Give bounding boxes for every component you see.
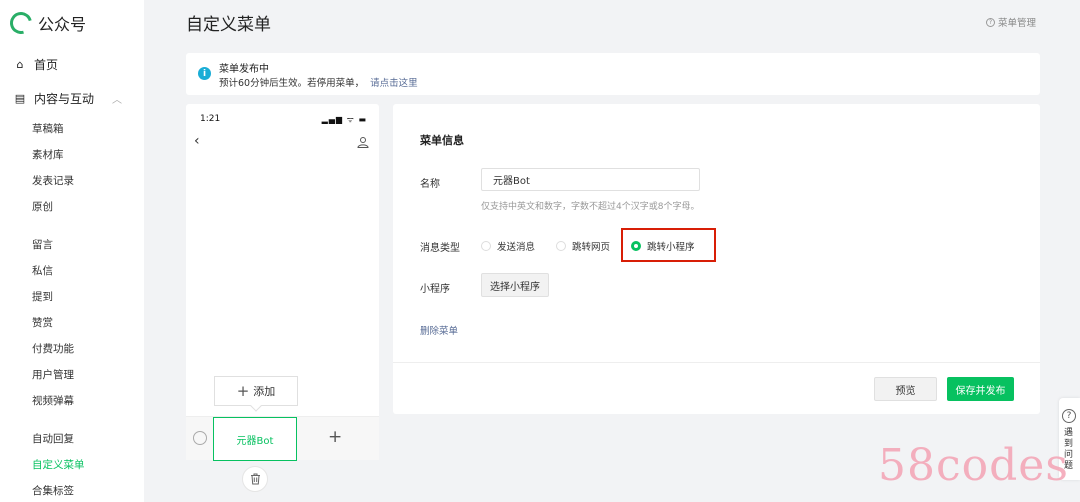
message-type-label: 消息类型	[420, 243, 460, 254]
sidebar-group-content[interactable]: ▤ 内容与互动 ︿	[14, 90, 134, 107]
sidebar-item-original[interactable]: 原创	[32, 199, 53, 214]
back-arrow-icon: ‹	[194, 133, 200, 149]
save-publish-button[interactable]: 保存并发布	[947, 377, 1014, 401]
sidebar-item-video-danmaku[interactable]: 视频弹幕	[32, 393, 74, 408]
question-icon: ?	[985, 17, 995, 27]
sidebar-item-home[interactable]: ⌂ 首页	[14, 56, 59, 73]
keyboard-toggle-icon	[193, 431, 207, 445]
phone-menubar: 元器Bot +	[186, 416, 379, 461]
radio-jump-webpage[interactable]: 跳转网页	[556, 239, 610, 253]
delete-menu-link[interactable]: 删除菜单	[420, 323, 458, 337]
sidebar-item-mentions[interactable]: 提到	[32, 289, 53, 304]
question-icon: ?	[1062, 409, 1076, 423]
miniprogram-label: 小程序	[420, 284, 450, 295]
menu-name-input[interactable]	[481, 168, 700, 191]
phone-preview: 1:21 ▂▄▆ ᯤ ▬ ‹ + 添加 元器Bot +	[186, 104, 379, 461]
brand-name: 公众号	[38, 15, 87, 34]
annotation-highlight-box	[621, 228, 716, 262]
delete-trash-button[interactable]	[242, 466, 268, 492]
sidebar-item-paid[interactable]: 付费功能	[32, 341, 74, 356]
sidebar-item-publish-records[interactable]: 发表记录	[32, 173, 74, 188]
radio-send-message[interactable]: 发送消息	[481, 239, 535, 253]
notice-link[interactable]: 请点击这里	[370, 78, 418, 89]
divider	[393, 362, 1040, 363]
sidebar-item-collections[interactable]: 合集标签	[32, 483, 74, 498]
trash-icon	[250, 473, 260, 485]
menu-manage-link[interactable]: ? 菜单管理	[985, 15, 1036, 29]
info-icon: i	[198, 67, 211, 80]
sidebar-item-custom-menu[interactable]: 自定义菜单	[32, 457, 85, 472]
watermark: 58codes	[878, 440, 1069, 491]
sidebar-item-materials[interactable]: 素材库	[32, 147, 64, 162]
sidebar: 公众号 ⌂ 首页 ▤ 内容与互动 ︿ 草稿箱 素材库 发表记录 原创 留言 私信…	[0, 0, 144, 502]
sidebar-item-auto-reply[interactable]: 自动回复	[32, 431, 74, 446]
phone-status-icons: ▂▄▆ ᯤ ▬	[321, 115, 367, 124]
notice-title: 菜单发布中	[219, 64, 269, 75]
logo[interactable]: 公众号	[5, 7, 87, 39]
radio-label: 跳转网页	[572, 242, 611, 253]
document-icon: ▤	[14, 92, 26, 105]
radio-circle	[481, 241, 491, 251]
sidebar-item-drafts[interactable]: 草稿箱	[32, 121, 64, 136]
add-menu-plus-icon[interactable]: +	[328, 427, 342, 447]
radio-label: 发送消息	[497, 242, 536, 253]
menu-manage-label: 菜单管理	[997, 18, 1036, 29]
preview-button[interactable]: 预览	[874, 377, 937, 401]
home-icon: ⌂	[16, 58, 24, 71]
plus-icon: +	[236, 382, 250, 400]
notice-desc-text: 预计60分钟后生效。若停用菜单，	[219, 78, 365, 89]
add-label: 添加	[253, 385, 276, 398]
name-label: 名称	[420, 179, 440, 190]
chevron-up-icon: ︿	[112, 95, 122, 106]
user-icon	[357, 137, 369, 148]
menu-tab-yuanqi-bot[interactable]: 元器Bot	[213, 417, 297, 461]
radio-circle	[556, 241, 566, 251]
wechat-official-logo-icon	[5, 7, 37, 39]
form-section-title: 菜单信息	[420, 134, 464, 147]
sidebar-group-label: 内容与互动	[34, 92, 95, 106]
sidebar-item-rewards[interactable]: 赞赏	[32, 315, 53, 330]
menu-info-form: 菜单信息 名称 仅支持中英文和数字，字数不超过4个汉字或8个字母。 消息类型 发…	[393, 104, 1040, 414]
name-hint: 仅支持中英文和数字，字数不超过4个汉字或8个字母。	[481, 202, 700, 212]
select-miniprogram-button[interactable]: 选择小程序	[481, 273, 549, 297]
page-title: 自定义菜单	[186, 15, 271, 35]
sidebar-item-users[interactable]: 用户管理	[32, 367, 74, 382]
notice-desc: 预计60分钟后生效。若停用菜单， 请点击这里	[219, 75, 418, 89]
sidebar-item-label: 首页	[34, 58, 59, 72]
sidebar-item-messages[interactable]: 私信	[32, 263, 53, 278]
sidebar-item-comments[interactable]: 留言	[32, 237, 53, 252]
phone-time: 1:21	[200, 114, 221, 124]
notice-bar: i 菜单发布中 预计60分钟后生效。若停用菜单， 请点击这里	[186, 53, 1040, 95]
